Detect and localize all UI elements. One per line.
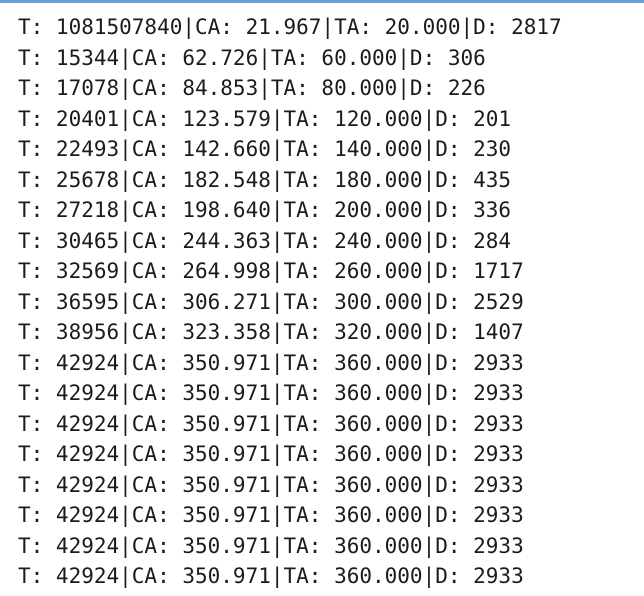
log-line: T: 42924|CA: 350.971|TA: 360.000|D: 2933 [18,564,524,588]
log-line: T: 22493|CA: 142.660|TA: 140.000|D: 230 [18,137,512,161]
log-line: T: 42924|CA: 350.971|TA: 360.000|D: 2933 [18,350,524,375]
log-line: T: 42924|CA: 350.971|TA: 360.000|D: 2933 [18,472,524,497]
log-line: T: 20401|CA: 123.579|TA: 120.000|D: 201 [18,106,512,131]
log-line: T: 17078|CA: 84.853|TA: 80.000|D: 226 [18,76,486,100]
log-line: T: 42924|CA: 350.971|TA: 360.000|D: 2933 [18,503,524,527]
log-line: T: 25678|CA: 182.548|TA: 180.000|D: 435 [18,167,512,192]
log-line: T: 42924|CA: 350.971|TA: 360.000|D: 2933 [18,411,524,436]
log-line: T: 42924|CA: 350.971|TA: 360.000|D: 2933 [18,533,524,558]
serial-output-panel[interactable]: T: 1081507840|CA: 21.967|TA: 20.000|D: 2… [0,3,644,596]
log-line: T: 36595|CA: 306.271|TA: 300.000|D: 2529 [18,289,524,314]
log-line: T: 38956|CA: 323.358|TA: 320.000|D: 1407 [18,320,524,344]
log-line: T: 27218|CA: 198.640|TA: 200.000|D: 336 [18,198,512,222]
log-line: T: 42924|CA: 350.971|TA: 360.000|D: 2933 [18,381,524,405]
log-line: T: 42924|CA: 350.971|TA: 360.000|D: 2933 [18,442,524,466]
log-line: T: 32569|CA: 264.998|TA: 260.000|D: 1717 [18,259,524,283]
log-line: T: 15344|CA: 62.726|TA: 60.000|D: 306 [18,45,486,70]
log-line: T: 1081507840|CA: 21.967|TA: 20.000|D: 2… [18,15,562,39]
log-line: T: 30465|CA: 244.363|TA: 240.000|D: 284 [18,228,512,253]
